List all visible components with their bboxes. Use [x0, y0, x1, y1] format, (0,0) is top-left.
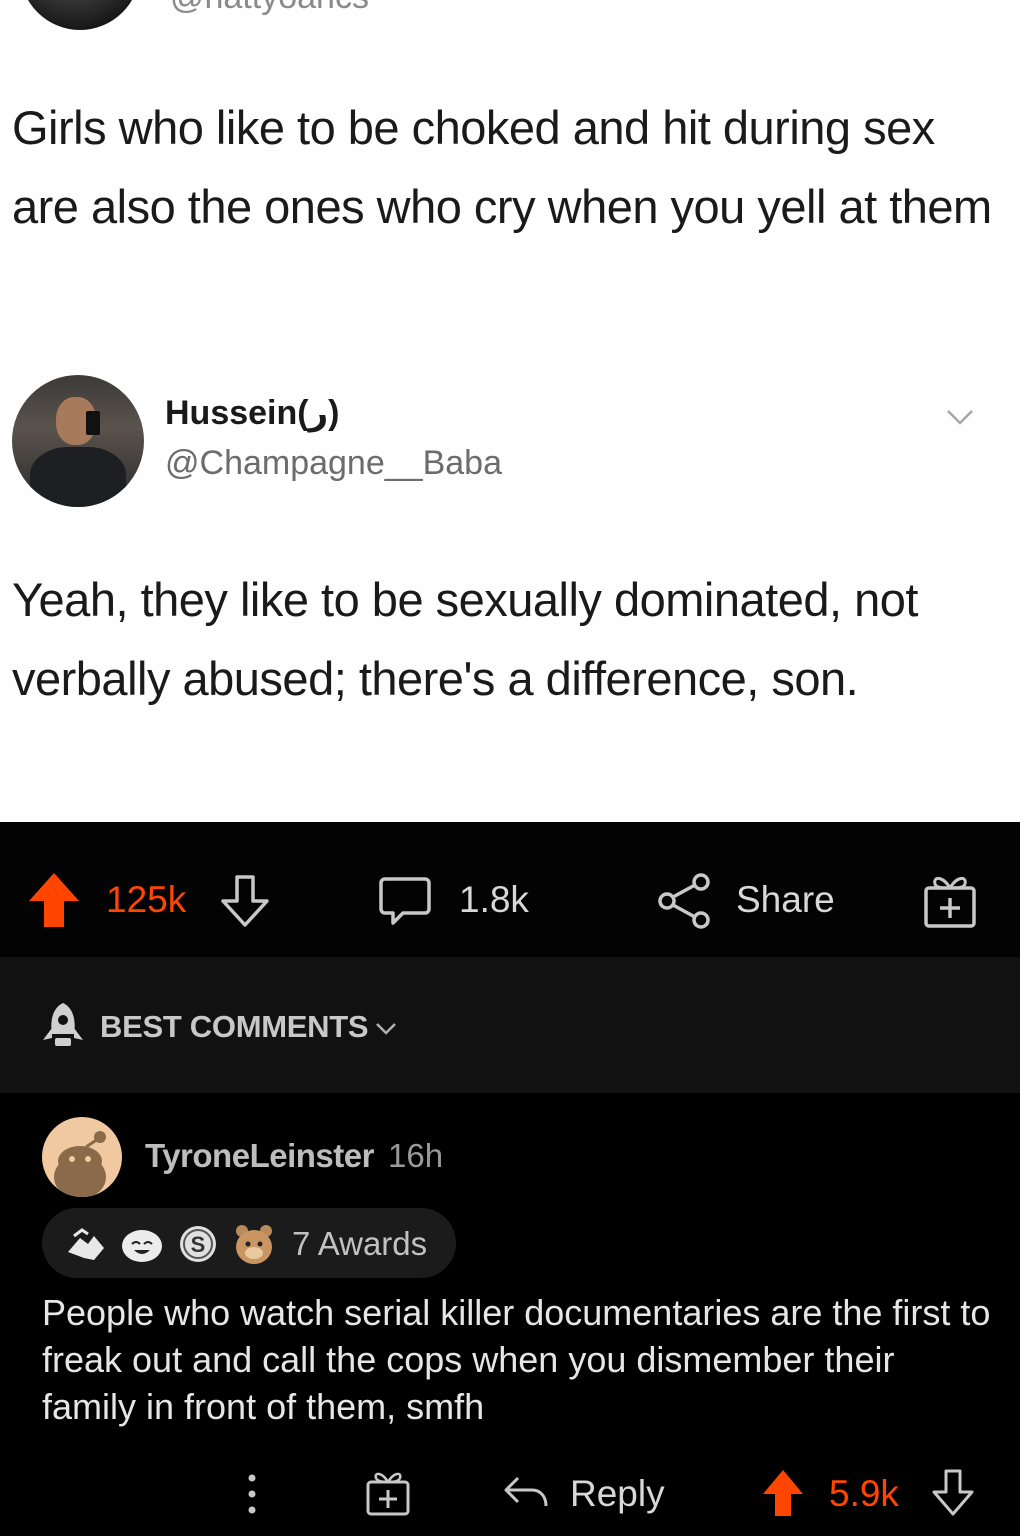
comment-time: 16h	[388, 1137, 444, 1174]
downvote-icon[interactable]	[931, 1468, 975, 1518]
svg-text:S: S	[191, 1232, 206, 1257]
comment: TyroneLeinster 16h S 7 Awards People who	[0, 1093, 1020, 1536]
top-avatar	[20, 0, 140, 30]
comment-icon[interactable]	[377, 873, 433, 929]
chevron-down-icon[interactable]	[374, 1021, 398, 1037]
downvote-icon[interactable]	[219, 873, 271, 929]
avatar[interactable]	[42, 1117, 122, 1197]
avatar	[12, 375, 144, 507]
bear-award-icon	[236, 1225, 272, 1264]
handshake-award-icon	[68, 1228, 104, 1260]
chevron-down-icon	[947, 410, 973, 425]
tweet-screenshot: @nattyoancs Girls who like to be choked …	[0, 0, 1020, 822]
share-icon[interactable]	[657, 872, 713, 930]
reply-author: Hussein(ر) @Champagne__Baba	[12, 375, 1002, 510]
snoo-icon	[54, 1131, 106, 1197]
reply-button[interactable]: Reply	[570, 1473, 665, 1515]
laughing-award-icon	[122, 1230, 162, 1262]
upvote-icon[interactable]	[27, 871, 81, 929]
sort-label[interactable]: BEST COMMENTS	[100, 1009, 369, 1045]
awards-pill[interactable]: S 7 Awards	[42, 1208, 456, 1278]
reply-icon[interactable]	[502, 1474, 550, 1510]
upvote-icon[interactable]	[761, 1468, 805, 1518]
reply-author-name: Hussein(ر)	[165, 394, 340, 432]
gift-icon[interactable]	[921, 872, 979, 930]
comment-body: People who watch serial killer documenta…	[42, 1292, 991, 1427]
reply-tweet-text: Yeah, they like to be sexually dominated…	[12, 573, 918, 705]
more-icon[interactable]	[244, 1472, 260, 1516]
post-action-bar: 125k 1.8k Share	[0, 822, 1020, 957]
comment-author[interactable]: TyroneLeinster	[145, 1137, 374, 1175]
silver-award-icon: S	[180, 1226, 216, 1262]
reply-author-handle: @Champagne__Baba	[165, 444, 502, 482]
post-comment-count[interactable]: 1.8k	[459, 879, 529, 921]
gift-icon[interactable]	[364, 1468, 412, 1518]
post-upvote-count: 125k	[106, 879, 187, 920]
comment-sort-bar[interactable]: BEST COMMENTS	[0, 957, 1020, 1093]
share-button[interactable]: Share	[736, 879, 835, 921]
top-handle: @nattyoancs	[170, 0, 369, 17]
comment-action-bar: Reply 5.9k	[0, 1458, 1020, 1528]
awards-count[interactable]: 7 Awards	[292, 1225, 427, 1263]
tweet-text: Girls who like to be choked and hit duri…	[12, 101, 992, 233]
comment-score: 5.9k	[829, 1473, 899, 1514]
rocket-icon	[43, 1003, 83, 1046]
